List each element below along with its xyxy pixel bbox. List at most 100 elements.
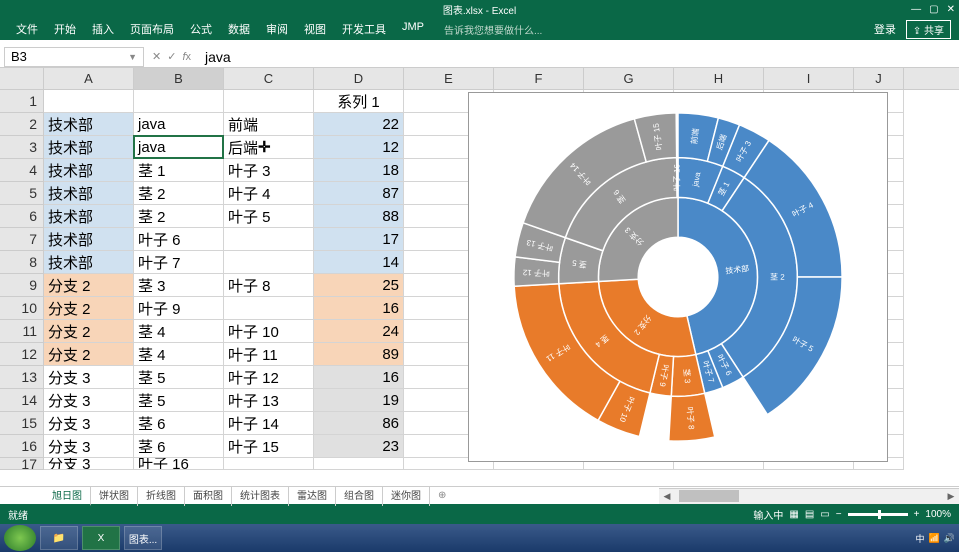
view-break-icon[interactable]: ▭ <box>820 509 829 520</box>
row-header[interactable]: 2 <box>0 113 43 136</box>
row-header[interactable]: 9 <box>0 274 43 297</box>
taskbar-excel[interactable]: X <box>82 526 120 550</box>
cell[interactable]: 技术部 <box>44 228 134 251</box>
sheet-tab[interactable]: 组合图 <box>336 485 383 506</box>
taskbar-app[interactable]: 图表... <box>124 526 162 550</box>
zoom-out-icon[interactable]: − <box>836 509 842 520</box>
share-button[interactable]: ⇪ 共享 <box>906 20 951 39</box>
sunburst-chart[interactable]: 技术部java前端后端茎 1叶子 3茎 2叶子 4叶子 5叶子 6叶子 7分支 … <box>468 92 888 462</box>
sheet-tab[interactable]: 面积图 <box>185 485 232 506</box>
cell[interactable]: 18 <box>314 159 404 182</box>
start-button[interactable] <box>4 525 36 551</box>
zoom-slider[interactable] <box>848 513 908 516</box>
cancel-icon[interactable]: ✕ <box>152 50 161 63</box>
scroll-thumb[interactable] <box>679 490 739 502</box>
cell[interactable]: 分支 2 <box>44 343 134 366</box>
row-header[interactable]: 6 <box>0 205 43 228</box>
row-header[interactable]: 14 <box>0 389 43 412</box>
cell[interactable]: 前端 <box>224 113 314 136</box>
cell[interactable]: 茎 5 <box>134 389 224 412</box>
horizontal-scrollbar[interactable]: ◀ ▶ <box>659 488 959 504</box>
row-header[interactable]: 12 <box>0 343 43 366</box>
cell[interactable]: 茎 2 <box>134 182 224 205</box>
cell[interactable]: 茎 4 <box>134 343 224 366</box>
column-header[interactable]: E <box>404 68 494 89</box>
formula-bar[interactable]: java <box>199 49 959 65</box>
cell[interactable] <box>134 90 224 113</box>
row-header[interactable]: 15 <box>0 412 43 435</box>
cell[interactable]: 叶子 5 <box>224 205 314 228</box>
login-button[interactable]: 登录 <box>874 21 896 37</box>
cell[interactable] <box>224 458 314 470</box>
cell[interactable]: 分支 2 <box>44 297 134 320</box>
cell[interactable]: 叶子 7 <box>134 251 224 274</box>
cell[interactable] <box>44 90 134 113</box>
cell[interactable]: 17 <box>314 228 404 251</box>
column-header[interactable]: J <box>854 68 904 89</box>
ribbon-tab[interactable]: JMP <box>394 21 432 33</box>
sheet-tab[interactable]: 折线图 <box>138 485 185 506</box>
column-header[interactable]: F <box>494 68 584 89</box>
view-page-icon[interactable]: ▤ <box>805 509 814 520</box>
cell[interactable]: 技术部 <box>44 205 134 228</box>
ribbon-tab[interactable]: 页面布局 <box>122 21 182 37</box>
row-header[interactable]: 1 <box>0 90 43 113</box>
cell[interactable]: 技术部 <box>44 159 134 182</box>
row-header[interactable]: 10 <box>0 297 43 320</box>
cell[interactable]: 茎 2 <box>134 205 224 228</box>
cell[interactable]: java <box>134 136 224 159</box>
sheet-tab[interactable]: 统计图表 <box>232 485 289 506</box>
tray-network-icon[interactable]: 📶 <box>929 533 940 544</box>
cell[interactable]: 茎 6 <box>134 412 224 435</box>
cell[interactable]: 分支 3 <box>44 366 134 389</box>
cell[interactable]: 分支 3 <box>44 412 134 435</box>
chevron-down-icon[interactable]: ▼ <box>128 52 137 62</box>
cell[interactable]: 89 <box>314 343 404 366</box>
column-header[interactable]: C <box>224 68 314 89</box>
scroll-left-icon[interactable]: ◀ <box>659 489 675 503</box>
taskbar-explorer[interactable]: 📁 <box>40 526 78 550</box>
maximize-icon[interactable]: ▢ <box>929 4 938 15</box>
tell-me[interactable]: 告诉我您想要做什么... <box>444 22 542 37</box>
cell[interactable] <box>224 251 314 274</box>
sheet-tab[interactable]: 迷你图 <box>383 485 430 506</box>
cell[interactable] <box>224 228 314 251</box>
cell[interactable]: 16 <box>314 366 404 389</box>
cell[interactable]: 12 <box>314 136 404 159</box>
zoom-in-icon[interactable]: + <box>914 509 920 520</box>
cell[interactable]: 叶子 13 <box>224 389 314 412</box>
cell[interactable]: java <box>134 113 224 136</box>
cell[interactable]: 叶子 11 <box>224 343 314 366</box>
cell[interactable]: 分支 2 <box>44 274 134 297</box>
cell[interactable]: 16 <box>314 297 404 320</box>
enter-icon[interactable]: ✓ <box>167 50 176 63</box>
row-header[interactable]: 11 <box>0 320 43 343</box>
cell[interactable]: 茎 3 <box>134 274 224 297</box>
row-header[interactable]: 5 <box>0 182 43 205</box>
ribbon-tab[interactable]: 开发工具 <box>334 21 394 37</box>
ribbon-tab[interactable]: 文件 <box>8 21 46 37</box>
column-header[interactable]: A <box>44 68 134 89</box>
cell[interactable]: 茎 5 <box>134 366 224 389</box>
tray-ime-icon[interactable]: 中 <box>916 532 925 545</box>
view-normal-icon[interactable]: ▦ <box>789 509 798 520</box>
cell[interactable]: 分支 3 <box>44 435 134 458</box>
scroll-right-icon[interactable]: ▶ <box>943 489 959 503</box>
cell[interactable] <box>224 297 314 320</box>
cell[interactable]: 24 <box>314 320 404 343</box>
cell[interactable]: 86 <box>314 412 404 435</box>
column-header[interactable]: G <box>584 68 674 89</box>
cell[interactable] <box>224 90 314 113</box>
cell[interactable]: 23 <box>314 435 404 458</box>
cell[interactable]: 14 <box>314 251 404 274</box>
cell[interactable]: 叶子 6 <box>134 228 224 251</box>
ribbon-tab[interactable]: 插入 <box>84 21 122 37</box>
cell[interactable]: 叶子 9 <box>134 297 224 320</box>
row-header[interactable]: 7 <box>0 228 43 251</box>
cell[interactable]: 茎 1 <box>134 159 224 182</box>
fx-icon[interactable]: fx <box>182 51 191 63</box>
cell[interactable]: 系列 1 <box>314 90 404 113</box>
column-header[interactable]: I <box>764 68 854 89</box>
cell[interactable]: 叶子 8 <box>224 274 314 297</box>
cell[interactable]: 88 <box>314 205 404 228</box>
